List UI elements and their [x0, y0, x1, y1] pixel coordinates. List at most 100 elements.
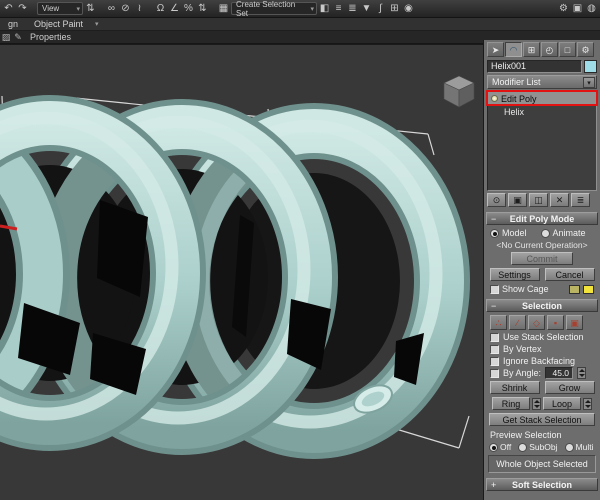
rendered-frame-icon[interactable]: ▣ — [571, 2, 584, 16]
cancel-button[interactable]: Cancel — [544, 268, 595, 281]
edit-poly-mode-buttons: Settings Cancel — [487, 268, 597, 281]
properties-label[interactable]: Properties — [30, 32, 71, 42]
ring-loop-row: Ring Loop — [487, 397, 597, 410]
loop-spinner[interactable] — [583, 397, 592, 410]
preview-subobj-radio[interactable] — [518, 442, 528, 452]
ignore-backfacing-label: Ignore Backfacing — [503, 356, 576, 366]
viewport-canvas[interactable] — [0, 44, 483, 500]
make-unique-icon[interactable]: ◫ — [529, 193, 548, 207]
by-angle-row: By Angle: 45.0 — [490, 367, 594, 379]
soft-selection-rollout-header[interactable]: + Soft Selection — [486, 478, 598, 491]
rollout-title: Soft Selection — [511, 480, 572, 490]
grow-button[interactable]: Grow — [544, 381, 595, 394]
render-setup-icon[interactable]: ⚙ — [557, 2, 570, 16]
show-cage-label: Show Cage — [502, 284, 549, 294]
model-radio[interactable] — [490, 228, 499, 238]
curve-editor-icon[interactable]: ∫ — [374, 2, 387, 16]
preview-multi-radio[interactable] — [564, 442, 574, 452]
by-vertex-row: By Vertex — [490, 344, 594, 354]
ribbon-toggle-icon[interactable]: ▼ — [360, 2, 373, 16]
tab-display[interactable]: □ — [559, 42, 576, 57]
layer-manager-icon[interactable]: ≣ — [346, 2, 359, 16]
bind-to-space-warp-icon[interactable]: ≀ — [133, 2, 146, 16]
selection-status: Whole Object Selected — [488, 455, 596, 473]
ribbon-panel-icon[interactable]: ▨ — [0, 32, 12, 43]
ring-spinner[interactable] — [532, 397, 541, 410]
preview-off-radio[interactable] — [489, 442, 498, 452]
mirror-icon[interactable]: ◧ — [318, 2, 331, 16]
ring-button[interactable]: Ring — [492, 397, 530, 410]
soft-selection-rollout: + Soft Selection — [484, 478, 600, 491]
material-editor-icon[interactable]: ◉ — [402, 2, 415, 16]
shrink-button[interactable]: Shrink — [489, 381, 540, 394]
redo-icon[interactable]: ↷ — [16, 2, 29, 16]
show-cage-checkbox[interactable] — [490, 284, 499, 294]
by-angle-field[interactable]: 45.0 — [545, 367, 574, 379]
select-and-link-icon[interactable]: ∞ — [105, 2, 118, 16]
by-angle-checkbox[interactable] — [490, 368, 499, 378]
ribbon-tab-partial[interactable]: gn — [0, 18, 26, 31]
unlink-selection-icon[interactable]: ⊘ — [119, 2, 132, 16]
ribbon-tab-object-paint[interactable]: Object Paint — [26, 18, 91, 31]
show-end-result-icon[interactable]: ▣ — [508, 193, 527, 207]
remove-modifier-icon[interactable]: ✕ — [550, 193, 569, 207]
edit-named-selection-sets-icon[interactable]: ▦ — [217, 2, 230, 16]
view-dropdown[interactable]: View ▾ — [37, 2, 83, 15]
tab-motion[interactable]: ◴ — [541, 42, 558, 57]
subobject-edge-button[interactable]: ∕ — [509, 315, 526, 330]
cage-color-swatch[interactable] — [569, 284, 580, 294]
use-stack-selection-label: Use Stack Selection — [503, 332, 584, 342]
paint-tool-icon[interactable]: ✎ — [12, 32, 24, 43]
ignore-backfacing-checkbox[interactable] — [490, 356, 499, 366]
by-vertex-label: By Vertex — [503, 344, 542, 354]
spinner-snap-icon[interactable]: ⇅ — [196, 2, 209, 16]
tab-modify[interactable]: ◠ — [505, 42, 522, 57]
use-stack-selection-checkbox[interactable] — [490, 332, 499, 342]
modifier-list-dropdown[interactable]: Modifier List ▾ — [487, 75, 597, 89]
cage-selected-color-swatch[interactable] — [583, 284, 594, 294]
configure-modifier-sets-icon[interactable]: ≣ — [571, 193, 590, 207]
tab-utilities[interactable]: ⚙ — [577, 42, 594, 57]
commit-button[interactable]: Commit — [511, 252, 573, 265]
object-color-swatch[interactable] — [584, 60, 597, 73]
by-angle-label: By Angle: — [503, 368, 542, 378]
tab-create[interactable]: ➤ — [487, 42, 504, 57]
helix-object[interactable] — [0, 95, 470, 459]
object-name-row: Helix001 — [487, 60, 597, 73]
subobject-polygon-button[interactable]: ▪ — [547, 315, 564, 330]
selection-set-dropdown[interactable]: Create Selection Set ▾ — [231, 0, 317, 18]
schematic-view-icon[interactable]: ⊞ — [388, 2, 401, 16]
get-stack-selection-button[interactable]: Get Stack Selection — [489, 413, 595, 426]
animate-radio[interactable] — [540, 228, 550, 238]
modifier-stack-item-helix[interactable]: Helix — [488, 105, 596, 118]
settings-button[interactable]: Settings — [489, 268, 540, 281]
subobject-vertex-button[interactable]: ∴ — [490, 315, 507, 330]
use-stack-selection-row: Use Stack Selection — [490, 332, 594, 342]
render-production-icon[interactable]: ◍ — [585, 2, 598, 16]
spinner-arrows-icon[interactable]: ⇅ — [84, 2, 97, 16]
align-icon[interactable]: ≡ — [332, 2, 345, 16]
subobject-border-button[interactable]: ◇ — [528, 315, 545, 330]
edit-poly-mode-rollout-header[interactable]: − Edit Poly Mode — [486, 212, 598, 225]
viewport-3d-scene — [0, 45, 483, 500]
snaps-toggle-icon[interactable]: Ω — [154, 2, 167, 16]
edit-poly-mode-rollout: − Edit Poly Mode Model Animate <No Curre… — [484, 212, 600, 294]
by-vertex-checkbox[interactable] — [490, 344, 499, 354]
chevron-down-icon: ▾ — [583, 76, 595, 88]
pin-stack-icon[interactable]: ⊙ — [487, 193, 506, 207]
collapse-icon: + — [491, 480, 497, 490]
object-name-field[interactable]: Helix001 — [487, 60, 582, 73]
loop-button[interactable]: Loop — [543, 397, 581, 410]
percent-snap-icon[interactable]: % — [182, 2, 195, 16]
angle-snap-icon[interactable]: ∠ — [168, 2, 181, 16]
modifier-stack-item-edit-poly[interactable]: Edit Poly — [486, 90, 598, 106]
ribbon-chevron-icon[interactable]: ▾ — [91, 20, 103, 28]
undo-icon[interactable]: ↶ — [2, 2, 15, 16]
tab-hierarchy[interactable]: ⊞ — [523, 42, 540, 57]
model-radio-label: Model — [502, 228, 527, 238]
subobject-element-button[interactable]: ▣ — [566, 315, 583, 330]
visibility-bulb-icon[interactable] — [491, 95, 498, 102]
by-angle-spinner[interactable] — [577, 367, 587, 379]
selection-rollout-header[interactable]: − Selection — [486, 299, 598, 312]
modifier-list-label: Modifier List — [492, 77, 541, 87]
